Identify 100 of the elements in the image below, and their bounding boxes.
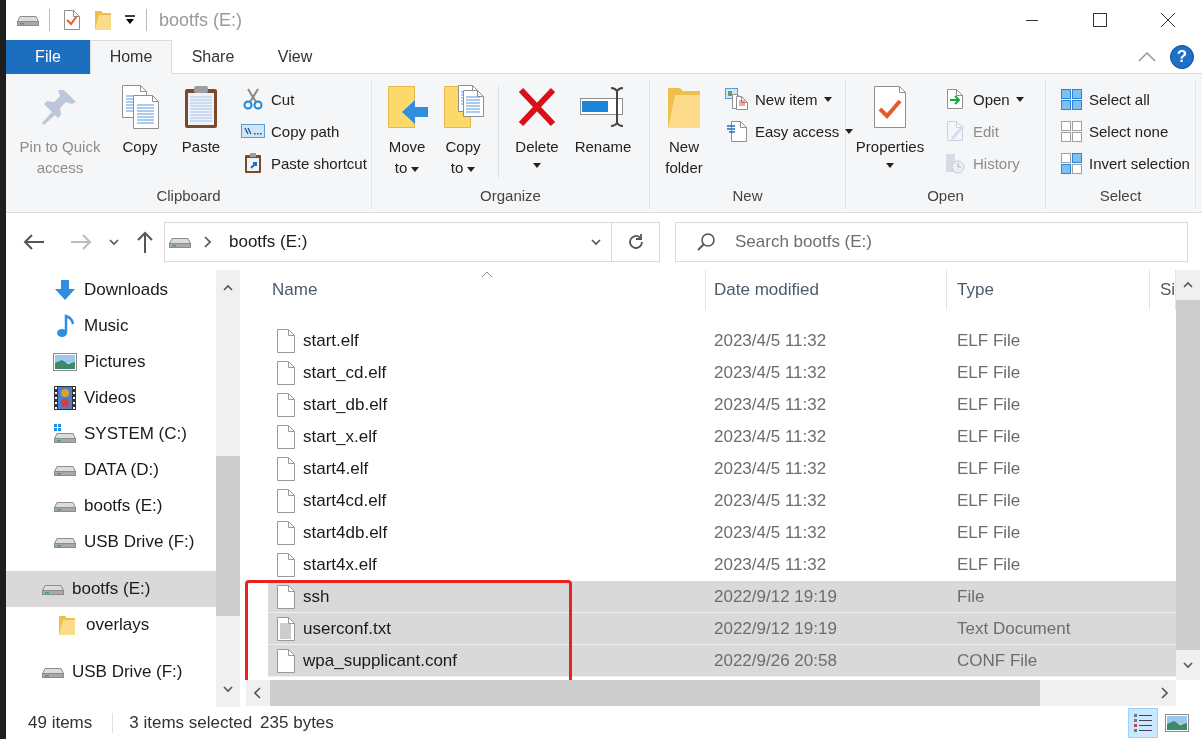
type-cell-text: ELF File bbox=[956, 555, 1022, 575]
document-lines-icon bbox=[725, 120, 749, 142]
cut-button[interactable]: Cut bbox=[238, 83, 370, 115]
nav-item[interactable]: Music bbox=[6, 308, 216, 344]
file-name: start.elf bbox=[303, 331, 359, 351]
document-icon bbox=[276, 521, 296, 545]
chevron-down-icon bbox=[108, 237, 120, 246]
nav-item[interactable]: overlays bbox=[6, 607, 216, 643]
group-label: Organize bbox=[479, 187, 542, 206]
maximize-icon bbox=[1093, 13, 1107, 27]
chevron-icon[interactable] bbox=[203, 235, 211, 248]
squares-mixed-icon bbox=[1059, 152, 1083, 174]
date-cell-text: 2022/9/12 19:19 bbox=[713, 587, 838, 607]
properties-icon[interactable] bbox=[62, 9, 82, 31]
file-row[interactable]: start4.elf 2023/4/5 11:32 ELF File bbox=[268, 453, 1176, 485]
copy-to-button[interactable]: Copy to bbox=[438, 82, 488, 180]
ribbon-tab[interactable]: View bbox=[254, 40, 336, 74]
nav-item[interactable]: USB Drive (F:) bbox=[6, 654, 216, 690]
file-name: userconf.txt bbox=[303, 619, 391, 639]
column-header[interactable]: Date modified bbox=[706, 270, 947, 310]
chevron-left-icon bbox=[254, 687, 262, 699]
file-menu-tab[interactable]: File bbox=[6, 40, 90, 74]
column-header[interactable]: Name bbox=[268, 270, 706, 310]
details-view-button[interactable] bbox=[1128, 708, 1158, 738]
paste-shortcut-button[interactable]: Paste shortcut bbox=[238, 147, 370, 179]
back-arrow-icon bbox=[22, 231, 46, 252]
document-icon bbox=[276, 649, 296, 673]
nav-item[interactable]: bootfs (E:) bbox=[6, 571, 216, 607]
group-label: Clipboard bbox=[155, 187, 222, 206]
group-label: Open bbox=[926, 187, 965, 206]
list-icon bbox=[1133, 713, 1153, 733]
invert-selection-button[interactable]: Invert selection bbox=[1056, 147, 1193, 179]
file-name: start_cd.elf bbox=[303, 363, 387, 383]
path-icon bbox=[241, 124, 265, 138]
type-cell-text: ELF File bbox=[956, 395, 1022, 415]
file-row[interactable]: start4db.elf 2023/4/5 11:32 ELF File bbox=[268, 517, 1176, 549]
nav-item[interactable]: USB Drive (F:) bbox=[6, 524, 216, 560]
picture-icon bbox=[53, 353, 77, 371]
file-row[interactable]: userconf.txt 2022/9/12 19:19 Text Document bbox=[268, 613, 1176, 645]
drive-icon[interactable] bbox=[17, 13, 39, 27]
chevron-right-icon bbox=[1160, 687, 1168, 699]
document-icon bbox=[276, 393, 296, 417]
scrollbar-thumb[interactable] bbox=[270, 680, 1040, 706]
copy-button[interactable]: Copy bbox=[112, 82, 168, 159]
nav-item[interactable]: DATA (D:) bbox=[6, 452, 216, 488]
document-icon bbox=[276, 361, 296, 385]
nav-item[interactable]: bootfs (E:) bbox=[6, 488, 216, 524]
type-cell-text: Text Document bbox=[956, 619, 1072, 639]
scrollbar-thumb[interactable] bbox=[216, 456, 240, 616]
rename-button[interactable]: Rename bbox=[571, 82, 635, 159]
path-segment[interactable]: bootfs (E:) bbox=[229, 231, 308, 252]
document-icon bbox=[276, 553, 296, 577]
move-to-button[interactable]: Move to bbox=[382, 82, 432, 180]
search-icon bbox=[696, 231, 716, 252]
drive-icon bbox=[53, 463, 77, 477]
chevron-down-icon bbox=[1182, 661, 1194, 669]
nav-item[interactable]: Pictures bbox=[6, 344, 216, 380]
nav-item[interactable]: SYSTEM (C:) bbox=[6, 416, 216, 452]
date-cell-text: 2023/4/5 11:32 bbox=[713, 491, 828, 511]
ribbon-tab[interactable]: Home bbox=[90, 40, 172, 74]
file-name: wpa_supplicant.conf bbox=[303, 651, 458, 671]
type-cell-text: ELF File bbox=[956, 491, 1022, 511]
search-field[interactable]: Search bootfs (E:) bbox=[675, 221, 1188, 262]
text-document-icon bbox=[276, 617, 296, 641]
date-cell-text: 2023/4/5 11:32 bbox=[713, 459, 828, 479]
file-row[interactable]: start_db.elf 2023/4/5 11:32 ELF File bbox=[268, 389, 1176, 421]
file-name: ssh bbox=[303, 587, 330, 607]
collapse-ribbon-icon[interactable] bbox=[1138, 51, 1156, 62]
nav-item[interactable]: Videos bbox=[6, 380, 216, 416]
drive-icon bbox=[41, 582, 65, 596]
document-icon bbox=[276, 425, 296, 449]
help-button[interactable]: ? bbox=[1170, 44, 1194, 69]
squares-outline-icon bbox=[1059, 120, 1083, 142]
folder-icon[interactable] bbox=[94, 9, 112, 31]
delete-button[interactable]: Delete bbox=[509, 82, 565, 170]
nav-item[interactable]: Downloads bbox=[6, 272, 216, 308]
file-row[interactable]: start4x.elf 2023/4/5 11:32 ELF File bbox=[268, 549, 1176, 581]
open-button[interactable]: Open bbox=[940, 83, 1027, 115]
date-cell-text: 2022/9/12 19:19 bbox=[713, 619, 838, 639]
select-all-button[interactable]: Select all bbox=[1056, 83, 1193, 115]
column-header[interactable]: Type bbox=[947, 270, 1150, 310]
customize-icon[interactable] bbox=[124, 15, 136, 25]
date-cell-text: 2023/4/5 11:32 bbox=[713, 331, 828, 351]
file-row[interactable]: start_x.elf 2023/4/5 11:32 ELF File bbox=[268, 421, 1176, 453]
ribbon-tab[interactable]: Share bbox=[172, 40, 254, 74]
file-row[interactable]: start.elf 2023/4/5 11:32 ELF File bbox=[268, 325, 1176, 357]
new-folder-button[interactable]: New folder bbox=[656, 82, 712, 180]
date-cell-text: 2023/4/5 11:32 bbox=[713, 523, 828, 543]
file-row[interactable]: wpa_supplicant.conf 2022/9/26 20:58 CONF File bbox=[268, 645, 1176, 677]
select-none-button[interactable]: Select none bbox=[1056, 115, 1193, 147]
squares-filled-icon bbox=[1059, 88, 1083, 110]
file-row[interactable]: ssh 2022/9/12 19:19 File bbox=[268, 581, 1176, 613]
type-cell-text: ELF File bbox=[956, 363, 1022, 383]
file-row[interactable]: start_cd.elf 2023/4/5 11:32 ELF File bbox=[268, 357, 1176, 389]
file-row[interactable]: start4cd.elf 2023/4/5 11:32 ELF File bbox=[268, 485, 1176, 517]
copy-path-button[interactable]: Copy path bbox=[238, 115, 370, 147]
selection-size: 235 bytes bbox=[260, 713, 334, 733]
paste-button[interactable]: Paste bbox=[174, 82, 228, 159]
document-icon bbox=[276, 329, 296, 353]
file-name: start_x.elf bbox=[303, 427, 377, 447]
